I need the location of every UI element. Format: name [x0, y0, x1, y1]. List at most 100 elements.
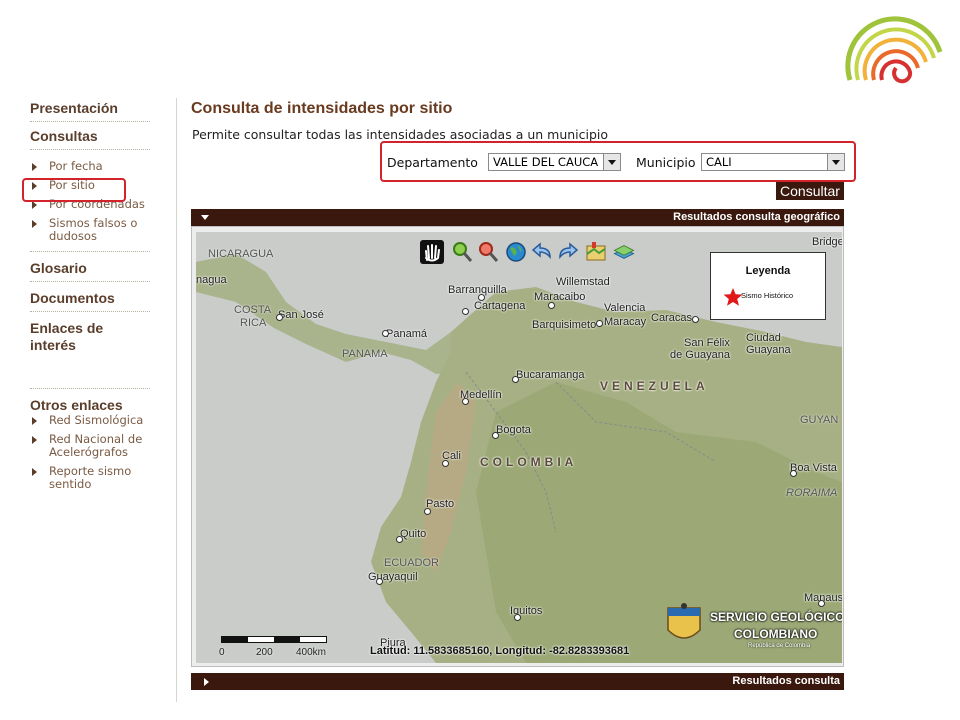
bullet-arrow-icon [32, 163, 37, 171]
city-marker [514, 614, 521, 621]
legend-item-label: Sismo Histórico [741, 291, 794, 300]
map-label-maracay: Maracay [604, 316, 647, 328]
sidebar-item-label: Reporte sismo [49, 464, 132, 478]
city-marker [512, 376, 519, 383]
map-label-valencia: Valencia [604, 302, 646, 314]
collapse-icon[interactable] [201, 215, 209, 220]
bullet-arrow-icon [32, 436, 37, 444]
municipio-select[interactable]: CALI [701, 153, 845, 171]
chevron-down-icon[interactable] [827, 154, 844, 170]
zoom-out-icon[interactable] [476, 240, 500, 264]
watermark-line2: COLOMBIANO [734, 627, 818, 641]
stacked-layers-icon[interactable] [612, 240, 636, 264]
map-layers-icon[interactable] [584, 240, 608, 264]
highlight-por-sitio [22, 178, 126, 202]
sidebar-enlaces-line1: Enlaces de [30, 320, 104, 336]
map-label-panama: PANAMA [342, 348, 388, 360]
map-label-maracaibo: Maracaibo [534, 291, 586, 303]
departamento-value: VALLE DEL CAUCA [493, 155, 599, 169]
logo [844, 12, 944, 92]
map-label-bridge: Bridge [812, 236, 842, 248]
map-label-ecuador: ECUADOR [384, 557, 440, 569]
sidebar-glosario[interactable]: Glosario [30, 260, 152, 277]
map-label-de-guayana: de Guayana [670, 349, 730, 361]
sidebar-item-sismos-falsos[interactable]: Sismos falsos o dudosos [30, 217, 152, 243]
scale-label-400km: 400km [296, 647, 327, 658]
sidebar-item-label: Por fecha [49, 159, 103, 173]
city-marker [596, 320, 603, 327]
city-marker [478, 294, 485, 301]
chevron-down-icon[interactable] [603, 154, 620, 170]
sidebar-item-label: Red Sismológica [49, 413, 144, 427]
sidebar-enlaces[interactable]: Enlaces de interés [30, 320, 152, 354]
map-label-caracas: Caracas [651, 312, 692, 324]
sidebar-presentacion[interactable]: Presentación [30, 100, 152, 117]
expand-icon[interactable] [204, 678, 209, 686]
city-marker [790, 470, 797, 477]
bullet-arrow-icon [32, 201, 37, 209]
map-label-boa-vista: Boa Vista [790, 462, 837, 474]
map-label-nicaragua: NICARAGUA [208, 248, 274, 260]
map-label-guyan: GUYAN [800, 414, 839, 426]
map-label-bucaramanga: Bucaramanga [516, 369, 585, 381]
city-marker [382, 330, 389, 337]
municipio-value: CALI [706, 155, 732, 169]
sidebar-item-red-acelerografos[interactable]: Red Nacional de Acelerógrafos [30, 433, 152, 459]
sidebar-consultas[interactable]: Consultas [30, 128, 152, 145]
sidebar-item-label: dudosos [49, 229, 97, 243]
watermark-line3: República de Colombia [748, 643, 811, 649]
consultar-button[interactable]: Consultar [776, 182, 844, 200]
sidebar-item-label: Sismos falsos o [49, 216, 138, 230]
coordinates-readout: Latitud: 11.5833685160, Longitud: -82.82… [370, 645, 630, 657]
panel-results-header[interactable]: Resultados consulta [191, 673, 844, 690]
scale-label-200: 200 [256, 647, 273, 658]
scale-bar [221, 636, 327, 643]
map-label-pasto: Pasto [426, 498, 455, 510]
panel-geo-header[interactable]: Resultados consulta geográfico [191, 209, 844, 226]
map-label-bogota: Bogota [496, 424, 531, 436]
sidebar-item-red-sismologica[interactable]: Red Sismológica [30, 414, 152, 427]
forward-arrow-icon[interactable] [556, 240, 580, 264]
map-label-venezuela: VENEZUELA [600, 379, 709, 393]
pan-hand-icon[interactable] [420, 240, 444, 264]
divider [30, 311, 150, 312]
sidebar-item-label: Red Nacional de [49, 432, 143, 446]
red-star-icon [723, 288, 743, 306]
globe-icon[interactable] [504, 240, 528, 264]
bullet-arrow-icon [32, 220, 37, 228]
map-label-san-felix: San Félix [684, 337, 730, 349]
divider [30, 149, 150, 150]
city-marker [492, 432, 499, 439]
sidebar-enlaces-line2: interés [30, 337, 76, 353]
zoom-in-icon[interactable] [450, 240, 474, 264]
bullet-arrow-icon [32, 468, 37, 476]
map-label-barranquilla: Barranquilla [448, 284, 507, 296]
city-marker [376, 578, 383, 585]
city-marker [424, 508, 431, 515]
sidebar-item-por-fecha[interactable]: Por fecha [30, 160, 152, 173]
divider [30, 251, 150, 252]
map-label-barquisimeto: Barquisimeto [532, 319, 597, 331]
back-arrow-icon[interactable] [530, 240, 554, 264]
sidebar-item-label: Acelerógrafos [49, 445, 128, 459]
map-label-willemstad: Willemstad [556, 276, 610, 288]
city-marker [462, 308, 469, 315]
sidebar-item-reporte-sismo[interactable]: Reporte sismo sentido [30, 465, 152, 491]
panel-results-label: Resultados consulta [732, 675, 840, 687]
map-label-rica: RICA [240, 317, 267, 329]
panel-geo-label: Resultados consulta geográfico [673, 211, 840, 223]
sidebar-divider-line [176, 98, 177, 702]
city-marker [442, 460, 449, 467]
page-description: Permite consultar todas las intensidades… [192, 127, 609, 142]
sidebar-item-label: sentido [49, 477, 92, 491]
map-label-roraima: RORAIMA [786, 487, 838, 499]
page-title: Consulta de intensidades por sitio [191, 100, 453, 117]
map-label-nagua: nagua [196, 274, 227, 286]
map-label-san-jose: San José [278, 309, 324, 321]
departamento-select[interactable]: VALLE DEL CAUCA [488, 153, 621, 171]
map-label-colombia: COLOMBIA [480, 455, 578, 469]
city-marker [692, 316, 699, 323]
legend-title: Leyenda [745, 265, 791, 277]
sidebar-documentos[interactable]: Documentos [30, 290, 152, 307]
city-marker [396, 536, 403, 543]
